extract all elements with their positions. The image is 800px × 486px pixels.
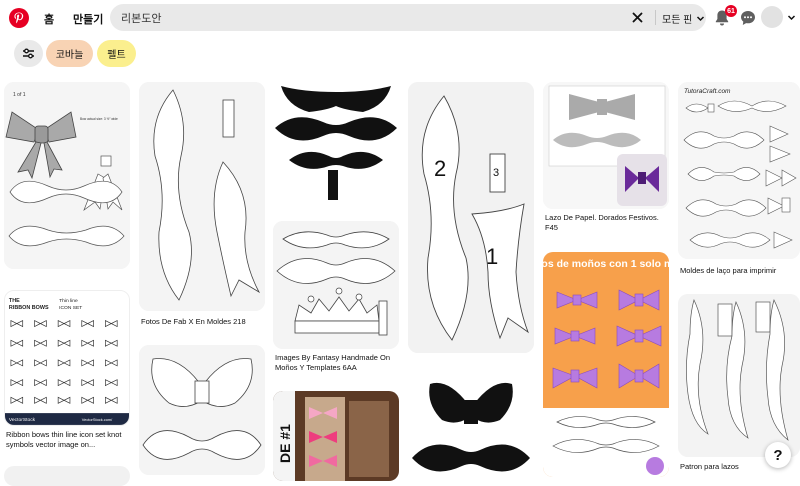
ribbon-subtitle-line2: ICON SET xyxy=(59,305,82,311)
patron-lazos-image xyxy=(678,294,800,457)
help-button[interactable]: ? xyxy=(765,442,791,468)
clear-search-icon[interactable] xyxy=(628,8,646,26)
ribbon-title-line1: THE xyxy=(9,298,20,304)
pink-bows-photo: DE #1 xyxy=(273,391,399,481)
pin-six-bow-types[interactable]: 6 Tipos de moños con 1 solo molde xyxy=(543,252,669,477)
vectorstock-logo: VectorStock xyxy=(9,417,36,423)
pin-col1-partial[interactable] xyxy=(4,466,130,486)
template-number-2: 2 xyxy=(434,156,446,181)
account-chevron-icon[interactable] xyxy=(787,13,796,22)
black-bow-image xyxy=(273,82,399,204)
pin-caption-moldes[interactable]: Moldes de laço para imprimir xyxy=(680,266,798,276)
sliders-icon xyxy=(23,48,34,59)
pin-caption-lazo[interactable]: Lazo De Papel. Dorados Festivos. F45 xyxy=(545,213,667,233)
chip-felt[interactable]: 펠트 xyxy=(97,40,136,67)
search-divider xyxy=(655,10,656,25)
search-input[interactable] xyxy=(121,8,621,27)
vectorstock-url: VectorStock.com/ xyxy=(82,417,113,422)
pin-ribbon-icons[interactable]: THE RIBBON BOWS Thin line ICON SET Vecto… xyxy=(4,290,130,426)
tutoracraft-image: TutoraCraft.com xyxy=(678,82,800,259)
bow-template-image: 1 of 1 Bow actual size: 3 ½" wide xyxy=(4,82,130,269)
numbered-template-image: 2 3 1 xyxy=(408,82,534,353)
pin-black-butterfly-bow[interactable] xyxy=(408,374,534,484)
pin-butterfly-bow[interactable] xyxy=(139,345,265,475)
ribbon-subtitle-line1: Thin line xyxy=(59,298,78,304)
ribbon-icons-image: THE RIBBON BOWS Thin line ICON SET Vecto… xyxy=(5,291,129,425)
ribbon-title-line2: RIBBON BOWS xyxy=(9,305,49,311)
pin-page-label: 1 of 1 xyxy=(13,92,26,98)
black-butterfly-image xyxy=(408,374,534,484)
template-number-1: 1 xyxy=(486,244,498,269)
chevron-down-icon xyxy=(697,16,705,22)
photo-overlay-text: DE #1 xyxy=(277,424,293,463)
search-scope-dropdown[interactable]: 모든 핀 xyxy=(662,11,705,26)
pin-bow-outline-large[interactable] xyxy=(139,82,265,311)
pin-black-bow-shapes[interactable] xyxy=(273,82,399,204)
bow-outline-image xyxy=(139,82,265,311)
pin-caption-fantasy[interactable]: Images By Fantasy Handmade On Moños Y Te… xyxy=(275,353,397,373)
paper-bow-image xyxy=(543,82,669,209)
chip-crochet[interactable]: 코바늘 xyxy=(46,40,93,67)
six-bow-types-image: 6 Tipos de moños con 1 solo molde xyxy=(543,252,669,477)
pin-paper-bow-template[interactable] xyxy=(543,82,669,209)
pin-bow-crown[interactable] xyxy=(273,221,399,349)
butterfly-bow-image xyxy=(139,345,265,475)
search-bar: 모든 핀 xyxy=(110,4,706,31)
pin-tutoracraft-templates[interactable]: TutoraCraft.com xyxy=(678,82,800,259)
nav-create[interactable]: 만들기 xyxy=(73,11,103,27)
pin-numbered-bow-template[interactable]: 2 3 1 xyxy=(408,82,534,353)
avatar[interactable] xyxy=(761,6,783,28)
filter-button[interactable] xyxy=(14,40,43,67)
pin-caption-patron[interactable]: Patron para lazos xyxy=(680,462,760,472)
tutoracraft-brand: TutoraCraft.com xyxy=(684,88,731,95)
bow-crown-image xyxy=(273,221,399,349)
top-bar: 홈 만들기 모든 핀 61 xyxy=(0,0,800,36)
template-number-3: 3 xyxy=(493,167,499,179)
messages-icon[interactable] xyxy=(740,10,756,26)
promo-title: 6 Tipos de moños con 1 solo molde xyxy=(543,258,669,270)
pin-caption-fotos[interactable]: Fotos De Fab X En Moldes 218 xyxy=(141,317,263,327)
pin-bow-template[interactable]: 1 of 1 Bow actual size: 3 ½" wide xyxy=(4,82,130,269)
pin-pink-bows-photo[interactable]: DE #1 xyxy=(273,391,399,481)
pin-patron-lazos[interactable] xyxy=(678,294,800,457)
search-scope-label: 모든 핀 xyxy=(662,15,693,26)
pin-size-note: Bow actual size: 3 ½" wide xyxy=(80,117,118,121)
notification-badge: 61 xyxy=(725,5,737,17)
pinterest-logo-icon[interactable] xyxy=(9,8,29,28)
pin-caption-ribbon[interactable]: Ribbon bows thin line icon set knot symb… xyxy=(6,430,128,450)
nav-home[interactable]: 홈 xyxy=(44,11,54,27)
